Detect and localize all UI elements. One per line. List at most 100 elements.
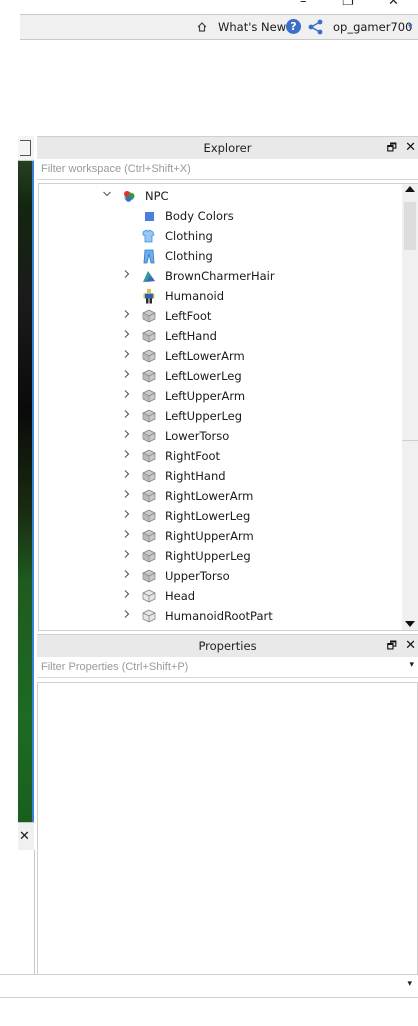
chevron-right-icon[interactable] xyxy=(122,329,132,341)
meshpart-icon xyxy=(141,408,157,424)
meshpart-icon xyxy=(141,368,157,384)
tree-item-npc[interactable]: NPC xyxy=(39,186,403,206)
chevron-right-icon[interactable] xyxy=(122,569,132,581)
chevron-right-icon[interactable] xyxy=(122,369,132,381)
tree-item-browncharmerhair[interactable]: BrownCharmerHair xyxy=(39,266,403,286)
explorer-filter xyxy=(37,159,418,180)
scroll-down-icon[interactable] xyxy=(405,621,415,627)
float-icon[interactable]: 🗗 xyxy=(387,639,397,652)
meshpart-icon xyxy=(141,488,157,504)
tree-item-righthand[interactable]: RightHand xyxy=(39,466,403,486)
explorer-title: Explorer xyxy=(203,141,252,155)
tree-item-label: Clothing xyxy=(165,229,213,243)
chevron-right-icon[interactable] xyxy=(122,549,132,561)
close-window-button[interactable]: ✕ xyxy=(388,0,399,9)
tree-item-humanoidrootpart[interactable]: HumanoidRootPart xyxy=(39,606,403,626)
meshpart-icon xyxy=(141,328,157,344)
share-icon[interactable] xyxy=(308,19,324,35)
tree-item-rightupperarm[interactable]: RightUpperArm xyxy=(39,526,403,546)
explorer-scrollbar[interactable] xyxy=(402,183,418,631)
restore-button[interactable]: ❐ xyxy=(342,0,354,9)
chevron-right-icon[interactable] xyxy=(122,489,132,501)
meshpart-icon xyxy=(141,508,157,524)
tree-item-label: RightUpperLeg xyxy=(165,549,251,563)
tree-item-lefthand[interactable]: LeftHand xyxy=(39,326,403,346)
tree-item-label: Body Colors xyxy=(165,209,234,223)
tree-item-leftlowerarm[interactable]: LeftLowerArm xyxy=(39,346,403,366)
home-icon[interactable] xyxy=(196,19,208,35)
explorer-tree: NPC Body Colors Clothing Clothing BrownCharm… xyxy=(38,183,404,631)
chevron-right-icon[interactable] xyxy=(122,389,132,401)
meshpart-icon xyxy=(141,568,157,584)
tree-item-rightupperleg[interactable]: RightUpperLeg xyxy=(39,546,403,566)
top-toolbar: What's New ? op_gamer700 ▾ xyxy=(20,14,418,40)
chevron-right-icon[interactable] xyxy=(122,269,132,281)
output-tab-bar: ✕ xyxy=(18,822,34,852)
tree-item-humanoid[interactable]: Humanoid xyxy=(39,286,403,306)
explorer-header: Explorer 🗗 ✕ xyxy=(37,136,418,160)
whats-new-link[interactable]: What's New xyxy=(218,19,286,35)
tree-item-leftlowerleg[interactable]: LeftLowerLeg xyxy=(39,366,403,386)
properties-filter-input[interactable] xyxy=(37,657,415,677)
tree-item-leftupperleg[interactable]: LeftUpperLeg xyxy=(39,406,403,426)
explorer-filter-input[interactable] xyxy=(37,159,415,179)
meshpart-icon xyxy=(141,428,157,444)
chevron-right-icon[interactable] xyxy=(122,349,132,361)
filter-dropdown-icon[interactable]: ▾ xyxy=(409,660,414,670)
tree-item-leftupperarm[interactable]: LeftUpperArm xyxy=(39,386,403,406)
tree-item-leftfoot[interactable]: LeftFoot xyxy=(39,306,403,326)
tree-item-head[interactable]: Head xyxy=(39,586,403,606)
close-icon[interactable]: ✕ xyxy=(405,638,416,653)
pants-icon xyxy=(141,248,157,264)
tree-item-rightfoot[interactable]: RightFoot xyxy=(39,446,403,466)
close-icon[interactable]: ✕ xyxy=(405,140,416,155)
chevron-right-icon[interactable] xyxy=(122,589,132,601)
properties-title: Properties xyxy=(198,639,257,653)
tree-item-label: RightUpperArm xyxy=(165,529,254,543)
meshpart-icon xyxy=(141,548,157,564)
viewport-tab-edge xyxy=(20,140,31,156)
part-icon xyxy=(141,608,157,624)
tree-item-clothing[interactable]: Clothing xyxy=(39,226,403,246)
tree-item-body-colors[interactable]: Body Colors xyxy=(39,206,403,226)
chevron-right-icon[interactable] xyxy=(122,409,132,421)
tree-item-clothing[interactable]: Clothing xyxy=(39,246,403,266)
tree-item-label: RightFoot xyxy=(165,449,221,463)
chevron-right-icon[interactable] xyxy=(122,429,132,441)
chevron-right-icon[interactable] xyxy=(122,509,132,521)
command-bar[interactable]: ▾ xyxy=(0,974,418,998)
help-button[interactable]: ? xyxy=(286,19,301,35)
tree-item-label: HumanoidRootPart xyxy=(165,609,273,623)
user-name[interactable]: op_gamer700 xyxy=(333,19,412,35)
meshpart-icon xyxy=(141,348,157,364)
chevron-right-icon[interactable] xyxy=(122,309,132,321)
chevron-right-icon[interactable] xyxy=(122,529,132,541)
float-icon[interactable]: 🗗 xyxy=(387,141,397,154)
chevron-right-icon[interactable] xyxy=(122,469,132,481)
chevron-right-icon[interactable] xyxy=(122,449,132,461)
scroll-up-icon[interactable] xyxy=(405,186,415,192)
window-controls: – ❐ ✕ xyxy=(0,0,418,10)
tree-item-label: BrownCharmerHair xyxy=(165,269,275,283)
scroll-thumb[interactable] xyxy=(404,202,416,250)
tree-item-lowertorso[interactable]: LowerTorso xyxy=(39,426,403,446)
accessory-icon xyxy=(141,268,157,284)
tree-item-label: LowerTorso xyxy=(165,429,230,443)
tree-item-rightlowerarm[interactable]: RightLowerArm xyxy=(39,486,403,506)
chevron-down-icon[interactable] xyxy=(102,189,112,201)
meshpart-icon xyxy=(141,448,157,464)
tree-item-rightlowerleg[interactable]: RightLowerLeg xyxy=(39,506,403,526)
command-dropdown-icon[interactable]: ▾ xyxy=(407,979,412,989)
properties-header: Properties 🗗 ✕ xyxy=(37,634,418,658)
meshpart-icon xyxy=(141,388,157,404)
tree-item-label: LeftUpperArm xyxy=(165,389,246,403)
tree-item-label: RightHand xyxy=(165,469,226,483)
viewport-tab[interactable] xyxy=(18,136,34,161)
close-icon[interactable]: ✕ xyxy=(19,829,30,844)
tree-item-uppertorso[interactable]: UpperTorso xyxy=(39,566,403,586)
user-dropdown-icon[interactable]: ▾ xyxy=(408,19,413,35)
chevron-right-icon[interactable] xyxy=(122,609,132,621)
tree-item-label: Clothing xyxy=(165,249,213,263)
minimize-button[interactable]: – xyxy=(300,0,307,9)
humanoid-icon xyxy=(141,288,157,304)
